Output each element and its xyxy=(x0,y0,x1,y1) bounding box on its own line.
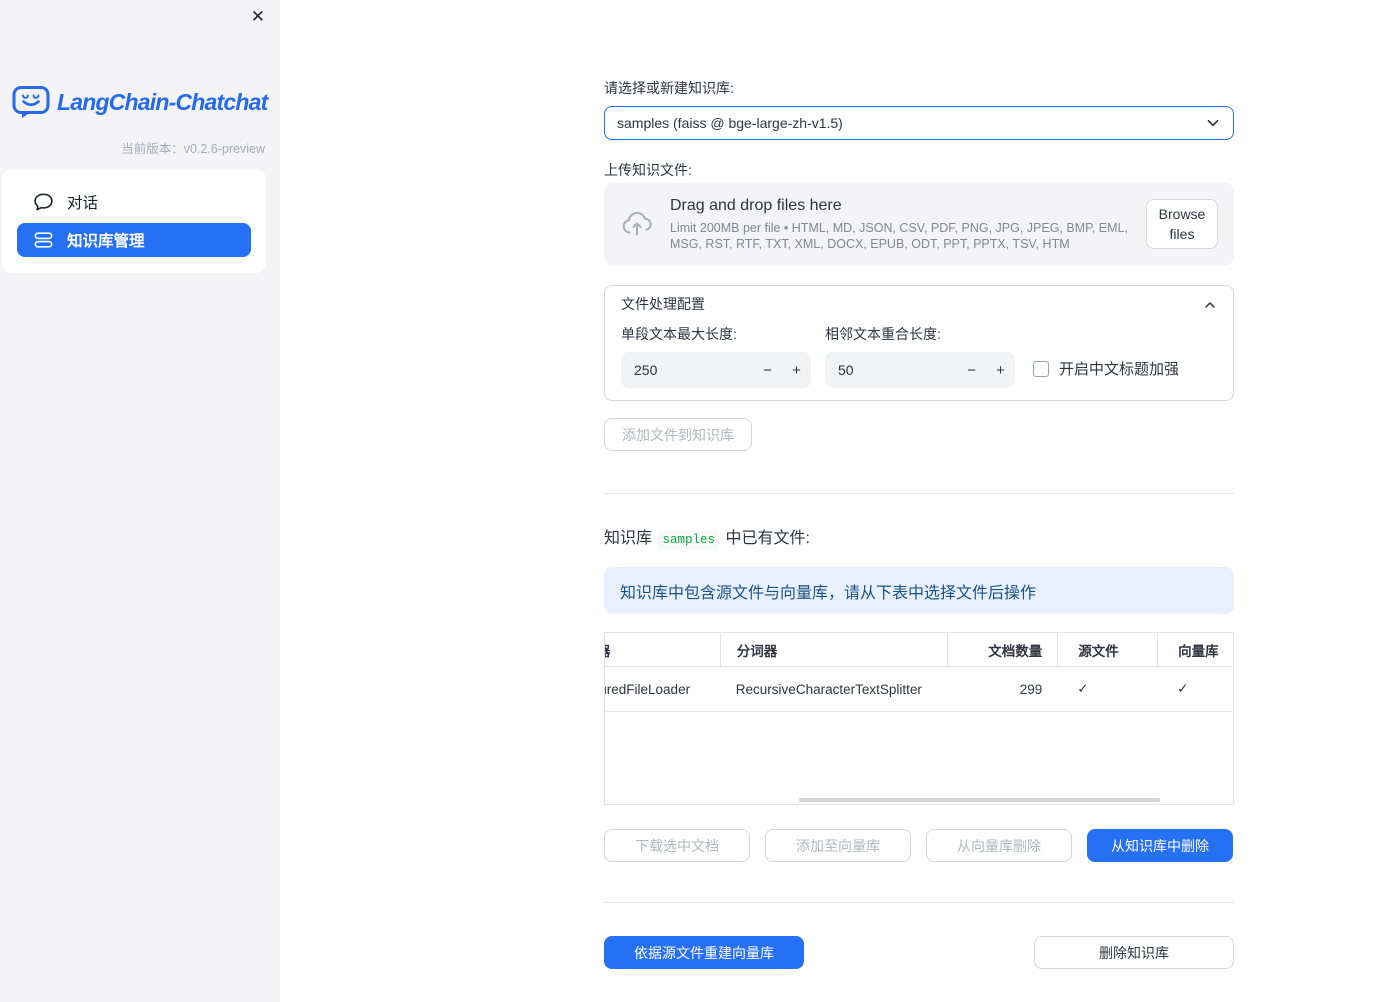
column-header-vector-store[interactable]: 向量库 xyxy=(1157,633,1233,666)
sidebar-menu: 对话 知识库管理 xyxy=(2,169,266,273)
close-icon: ✕ xyxy=(250,7,265,26)
upload-cloud-icon xyxy=(620,210,654,238)
sidebar-item-label: 对话 xyxy=(67,195,99,212)
browse-files-button[interactable]: Browse files xyxy=(1146,199,1218,249)
add-to-vector-store-button[interactable]: 添加至向量库 xyxy=(765,829,911,862)
version-text: 当前版本：v0.2.6-preview xyxy=(121,142,265,156)
chat-bubble-icon xyxy=(33,192,54,212)
chevron-up-icon xyxy=(1203,298,1217,312)
sidebar-item-label: 知识库管理 xyxy=(67,233,145,250)
kb-files-heading: 知识库 samples 中已有文件: xyxy=(604,530,810,549)
chunk-size-field: 单段文本最大长度: 250 − + xyxy=(621,321,811,388)
dropzone-instructions: Drag and drop files here Limit 200MB per… xyxy=(670,196,1130,252)
kb-select-label: 请选择或新建知识库: xyxy=(604,80,734,96)
chunk-size-stepper[interactable]: 250 − + xyxy=(621,352,811,388)
horizontal-scrollbar[interactable] xyxy=(799,798,1160,802)
zh-title-enhance-label: 开启中文标题加强 xyxy=(1059,361,1180,378)
chevron-down-icon xyxy=(1205,115,1221,131)
chunk-size-value: 250 xyxy=(634,362,658,378)
chunk-size-increment-button[interactable]: + xyxy=(782,352,811,388)
minus-icon: − xyxy=(763,361,772,379)
sidebar: ✕ LangChain-Chatchat 当前版本：v0.2.6-preview… xyxy=(0,0,280,1002)
overlap-field: 相邻文本重合长度: 50 − + xyxy=(825,321,1015,388)
divider xyxy=(604,493,1234,494)
upload-label: 上传知识文件: xyxy=(604,162,692,178)
overlap-increment-button[interactable]: + xyxy=(986,352,1015,388)
rebuild-vector-store-button[interactable]: 依据源文件重建向量库 xyxy=(604,936,804,969)
delete-kb-button[interactable]: 删除知识库 xyxy=(1034,936,1234,969)
kb-select[interactable]: samples (faiss @ bge-large-zh-v1.5) xyxy=(604,106,1234,140)
overlap-value: 50 xyxy=(838,362,854,378)
dropzone-limit-text: Limit 200MB per file • HTML, MD, JSON, C… xyxy=(670,221,1128,251)
checkbox-icon[interactable] xyxy=(1033,360,1049,377)
cell-vector-store-check: ✓ xyxy=(1157,667,1233,711)
app-title: LangChain-Chatchat xyxy=(57,88,268,115)
table-row[interactable]: UnstructuredFileLoader RecursiveCharacte… xyxy=(605,667,1233,712)
kb-files-table[interactable]: 文档加载器 分词器 文档数量 源文件 向量库 UnstructuredFileL… xyxy=(604,632,1234,805)
plus-icon: + xyxy=(996,361,1005,379)
sidebar-item-dialogue[interactable]: 对话 xyxy=(17,185,251,219)
file-action-buttons: 下载选中文档 添加至向量库 从向量库删除 从知识库中删除 xyxy=(604,829,1234,862)
column-header-source-file[interactable]: 源文件 xyxy=(1057,633,1157,666)
file-config-body: 单段文本最大长度: 250 − + 相邻文本重合长度: 50 − + 开启中文标… xyxy=(605,321,1233,400)
cell-splitter: RecursiveCharacterTextSplitter xyxy=(735,681,922,697)
sidebar-close-button[interactable]: ✕ xyxy=(247,4,269,29)
download-selected-button[interactable]: 下载选中文档 xyxy=(604,829,750,862)
cell-doc-count: 299 xyxy=(1019,681,1043,697)
delete-from-kb-button[interactable]: 从知识库中删除 xyxy=(1087,829,1233,862)
info-banner-text: 知识库中包含源文件与向量库，请从下表中选择文件后操作 xyxy=(620,584,1037,602)
cell-loader: UnstructuredFileLoader xyxy=(605,681,691,697)
sidebar-item-knowledge-base[interactable]: 知识库管理 xyxy=(17,223,251,257)
check-icon: ✓ xyxy=(1077,681,1089,696)
kb-name-code: samples xyxy=(658,531,719,549)
check-icon: ✓ xyxy=(1177,681,1189,696)
column-header-splitter[interactable]: 分词器 xyxy=(719,633,948,666)
file-config-expander: 文件处理配置 单段文本最大长度: 250 − + 相邻文本重合长度: 50 − … xyxy=(604,285,1234,401)
file-config-title: 文件处理配置 xyxy=(621,296,705,312)
knowledge-base-icon xyxy=(33,230,54,250)
main-content: 请选择或新建知识库: samples (faiss @ bge-large-zh… xyxy=(604,0,1234,969)
column-header-loader[interactable]: 文档加载器 xyxy=(605,633,720,666)
zh-title-enhance-checkbox[interactable]: 开启中文标题加强 xyxy=(1033,358,1179,379)
column-header-doc-count[interactable]: 文档数量 xyxy=(947,633,1057,666)
plus-icon: + xyxy=(792,361,801,379)
chunk-size-decrement-button[interactable]: − xyxy=(753,352,782,388)
cell-source-file-check: ✓ xyxy=(1057,667,1157,711)
overlap-decrement-button[interactable]: − xyxy=(957,352,986,388)
chunk-size-label: 单段文本最大长度: xyxy=(621,326,737,342)
kb-select-value: samples (faiss @ bge-large-zh-v1.5) xyxy=(617,115,843,131)
logo-chat-bubble-icon xyxy=(12,85,50,119)
dropzone-title: Drag and drop files here xyxy=(670,197,842,214)
minus-icon: − xyxy=(967,361,976,379)
info-banner: 知识库中包含源文件与向量库，请从下表中选择文件后操作 xyxy=(604,567,1234,614)
add-files-to-kb-button[interactable]: 添加文件到知识库 xyxy=(604,418,752,451)
table-header: 文档加载器 分词器 文档数量 源文件 向量库 xyxy=(605,633,1233,667)
kb-level-buttons: 依据源文件重建向量库 删除知识库 xyxy=(604,936,1234,969)
file-config-expander-header[interactable]: 文件处理配置 xyxy=(605,286,1233,321)
app-logo: LangChain-Chatchat xyxy=(12,85,268,119)
overlap-label: 相邻文本重合长度: xyxy=(825,326,941,342)
delete-from-vector-store-button[interactable]: 从向量库删除 xyxy=(926,829,1072,862)
file-dropzone[interactable]: Drag and drop files here Limit 200MB per… xyxy=(604,183,1234,265)
overlap-stepper[interactable]: 50 − + xyxy=(825,352,1015,388)
divider xyxy=(604,902,1234,903)
